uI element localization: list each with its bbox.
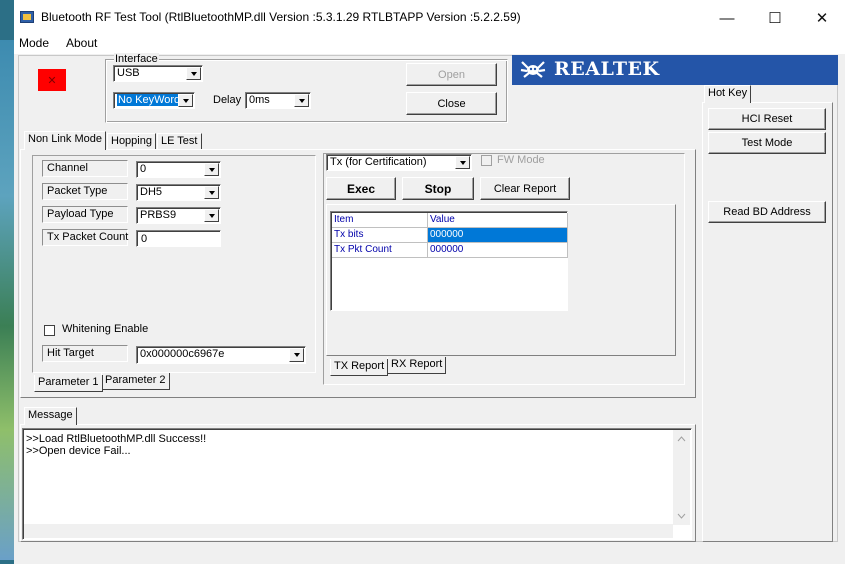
tab-parameter-2[interactable]: Parameter 2 bbox=[101, 373, 170, 390]
whitening-enable-label: Whitening Enable bbox=[62, 323, 149, 335]
tx-report-grid: Item Value Tx bits 000000 Tx Pkt Count 0… bbox=[330, 211, 568, 311]
read-bd-address-button[interactable]: Read BD Address bbox=[708, 201, 826, 223]
window-bottom-bar bbox=[14, 542, 845, 564]
payload-type-label: Payload Type bbox=[42, 206, 128, 223]
tab-non-link-mode[interactable]: Non Link Mode bbox=[24, 131, 106, 150]
column-value-header: Value bbox=[428, 213, 568, 228]
brand-name: REALTEK bbox=[554, 58, 660, 80]
chevron-down-icon[interactable] bbox=[294, 94, 309, 107]
tab-tx-report[interactable]: TX Report bbox=[330, 359, 389, 376]
close-button[interactable]: Close bbox=[406, 92, 497, 115]
tab-parameter-1[interactable]: Parameter 1 bbox=[34, 375, 103, 392]
tx-packet-count-input[interactable]: 0 bbox=[136, 230, 221, 247]
whitening-enable-checkbox[interactable] bbox=[44, 325, 55, 336]
payload-type-value: PRBS9 bbox=[140, 209, 177, 221]
tx-mode-select[interactable]: Tx (for Certification) bbox=[326, 154, 472, 171]
packet-type-label: Packet Type bbox=[42, 183, 128, 200]
message-log[interactable]: >>Load RtlBluetoothMP.dll Success!! >>Op… bbox=[22, 428, 692, 540]
tab-message[interactable]: Message bbox=[24, 407, 77, 425]
realtek-logo-banner: REALTEK bbox=[512, 55, 838, 85]
tx-packet-count-label: Tx Packet Count bbox=[42, 229, 128, 246]
exec-button[interactable]: Exec bbox=[326, 177, 396, 200]
delay-label: Delay bbox=[213, 94, 242, 106]
hit-target-value: 0x000000c6967e bbox=[140, 348, 225, 360]
app-icon bbox=[20, 11, 34, 23]
realtek-crab-icon bbox=[520, 61, 546, 78]
minimize-button[interactable]: — bbox=[704, 6, 750, 30]
channel-label: Channel bbox=[42, 160, 128, 177]
clear-report-button[interactable]: Clear Report bbox=[480, 177, 570, 200]
report-value: 000000 bbox=[428, 228, 568, 243]
chevron-down-icon[interactable] bbox=[186, 67, 201, 80]
menu-mode[interactable]: Mode bbox=[19, 36, 49, 50]
channel-value: 0 bbox=[140, 163, 147, 175]
hit-target-select[interactable]: 0x000000c6967e bbox=[136, 346, 306, 364]
tab-hot-key[interactable]: Hot Key bbox=[704, 85, 752, 103]
interface-group-label: Interface bbox=[114, 53, 159, 65]
delay-value: 0ms bbox=[249, 94, 270, 106]
message-line: >>Open device Fail... bbox=[26, 445, 131, 457]
report-value: 000000 bbox=[428, 243, 568, 258]
close-window-button[interactable]: ✕ bbox=[799, 6, 845, 30]
delay-select[interactable]: 0ms bbox=[245, 92, 311, 109]
title-bar: Bluetooth RF Test Tool (RtlBluetoothMP.d… bbox=[14, 0, 845, 34]
interface-type-value: USB bbox=[117, 67, 140, 79]
error-x-icon: ✕ bbox=[47, 74, 57, 87]
connection-status-indicator: ✕ bbox=[38, 69, 66, 91]
chevron-down-icon[interactable] bbox=[204, 163, 219, 176]
chevron-down-icon[interactable] bbox=[289, 348, 304, 362]
test-mode-button[interactable]: Test Mode bbox=[708, 132, 826, 154]
stop-button[interactable]: Stop bbox=[402, 177, 474, 200]
tx-mode-value: Tx (for Certification) bbox=[330, 156, 427, 168]
hot-key-panel bbox=[702, 102, 833, 542]
payload-type-select[interactable]: PRBS9 bbox=[136, 207, 221, 224]
maximize-button[interactable]: ☐ bbox=[752, 6, 798, 30]
packet-type-value: DH5 bbox=[140, 186, 163, 198]
message-line: >>Load RtlBluetoothMP.dll Success!! bbox=[26, 433, 207, 445]
menu-about[interactable]: About bbox=[66, 36, 97, 50]
minimize-icon: — bbox=[719, 9, 735, 27]
tab-le-test[interactable]: LE Test bbox=[157, 133, 202, 150]
chevron-down-icon[interactable] bbox=[455, 156, 470, 169]
menu-bar: Mode About bbox=[14, 34, 845, 54]
tab-hopping[interactable]: Hopping bbox=[107, 133, 156, 150]
channel-select[interactable]: 0 bbox=[136, 161, 221, 178]
keyword-select[interactable]: No KeyWord bbox=[113, 92, 195, 109]
interface-type-select[interactable]: USB bbox=[113, 65, 203, 82]
maximize-icon: ☐ bbox=[768, 10, 782, 27]
message-horizontal-scrollbar[interactable] bbox=[24, 524, 673, 538]
message-vertical-scrollbar[interactable] bbox=[673, 430, 690, 525]
chevron-down-icon[interactable] bbox=[178, 94, 193, 107]
chevron-down-icon[interactable] bbox=[204, 209, 219, 222]
report-item: Tx bits bbox=[332, 228, 428, 243]
tx-packet-count-value: 0 bbox=[141, 233, 148, 245]
table-row[interactable]: Tx Pkt Count 000000 bbox=[332, 243, 568, 258]
close-icon: ✕ bbox=[815, 10, 829, 27]
packet-type-select[interactable]: DH5 bbox=[136, 184, 221, 201]
scroll-arrows-icon bbox=[677, 436, 686, 519]
desktop-background bbox=[0, 0, 14, 564]
fw-mode-checkbox[interactable] bbox=[481, 155, 492, 166]
keyword-value: No KeyWord bbox=[117, 94, 182, 106]
report-item: Tx Pkt Count bbox=[332, 243, 428, 258]
table-header-row: Item Value bbox=[332, 213, 568, 228]
tab-rx-report[interactable]: RX Report bbox=[387, 357, 447, 374]
table-row[interactable]: Tx bits 000000 bbox=[332, 228, 568, 243]
window-title: Bluetooth RF Test Tool (RtlBluetoothMP.d… bbox=[41, 10, 521, 24]
fw-mode-label: FW Mode bbox=[497, 154, 545, 166]
column-item-header: Item bbox=[332, 213, 428, 228]
hci-reset-button[interactable]: HCI Reset bbox=[708, 108, 826, 130]
open-button[interactable]: Open bbox=[406, 63, 497, 86]
chevron-down-icon[interactable] bbox=[204, 186, 219, 199]
hit-target-label: Hit Target bbox=[42, 345, 128, 362]
